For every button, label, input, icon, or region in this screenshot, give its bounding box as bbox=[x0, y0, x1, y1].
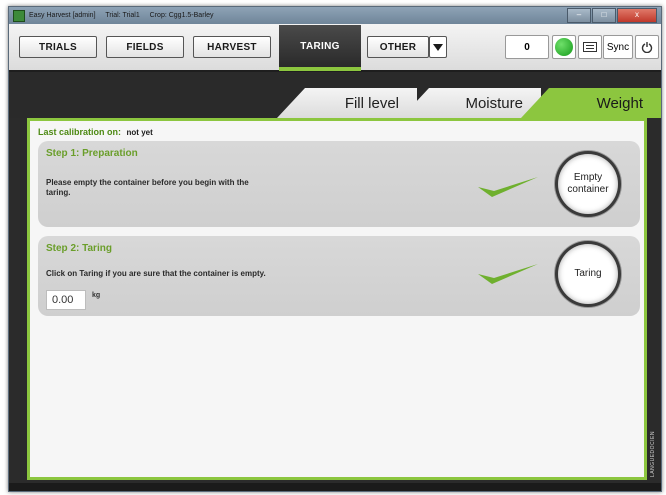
weight-value-field[interactable]: 0.00 bbox=[46, 290, 86, 310]
keyboard-icon bbox=[583, 42, 597, 52]
other-dropdown-icon[interactable] bbox=[429, 36, 447, 58]
weight-panel: Last calibration on: not yet Step 1: Pre… bbox=[27, 118, 647, 480]
minimize-button[interactable]: – bbox=[567, 8, 591, 23]
empty-container-label-line1: Empty bbox=[573, 172, 603, 183]
step2-title: Step 2: Taring bbox=[46, 243, 112, 254]
power-button[interactable] bbox=[635, 35, 659, 59]
counter-display: 0 bbox=[505, 35, 549, 59]
title-app: Easy Harvest [admin] bbox=[29, 12, 96, 19]
calibration-value: not yet bbox=[126, 128, 153, 137]
empty-container-label-line2: container bbox=[567, 184, 609, 195]
close-button[interactable]: x bbox=[617, 8, 657, 23]
step2-text: Click on Taring if you are sure that the… bbox=[46, 269, 266, 278]
step1-text: Please empty the container before you be… bbox=[46, 178, 249, 198]
nav-harvest-button[interactable]: HARVEST bbox=[193, 36, 271, 58]
title-trial: Trial: Trial1 bbox=[105, 12, 140, 19]
window-controls: – □ x bbox=[566, 8, 657, 23]
app-window: Easy Harvest [admin] Trial: Trial1 Crop:… bbox=[8, 6, 662, 492]
weight-unit: kg bbox=[92, 292, 101, 299]
calibration-info: Last calibration on: not yet bbox=[38, 127, 153, 137]
nav-fields-button[interactable]: FIELDS bbox=[106, 36, 184, 58]
tab-moisture[interactable]: Moisture bbox=[401, 88, 541, 118]
window-title: Easy Harvest [admin] Trial: Trial1 Crop:… bbox=[29, 12, 221, 19]
bottom-bar bbox=[9, 483, 661, 491]
empty-container-label: Empty container bbox=[567, 172, 608, 196]
nav-taring-button[interactable]: TARING bbox=[279, 25, 361, 71]
sensor-tabs: Fill level Moisture Weight bbox=[9, 72, 661, 118]
top-navigation: TRIALS FIELDS HARVEST TARING OTHER 0 Syn… bbox=[9, 24, 661, 72]
step-taring: Step 2: Taring Click on Taring if you ar… bbox=[38, 236, 640, 316]
nav-trials-button[interactable]: TRIALS bbox=[19, 36, 97, 58]
title-crop: Crop: Cgg1.5-Barley bbox=[149, 12, 214, 19]
app-icon bbox=[13, 9, 25, 22]
title-bar: Easy Harvest [admin] Trial: Trial1 Crop:… bbox=[9, 7, 661, 24]
calibration-label: Last calibration on: bbox=[38, 127, 122, 137]
checkmark-icon bbox=[478, 264, 538, 284]
keyboard-button[interactable] bbox=[578, 35, 602, 59]
step1-text-line1: Please empty the container before you be… bbox=[46, 178, 249, 187]
checkmark-icon bbox=[478, 177, 538, 197]
tab-weight[interactable]: Weight bbox=[521, 88, 661, 118]
connection-status-icon bbox=[552, 35, 576, 59]
taring-button[interactable]: Taring bbox=[558, 244, 618, 304]
step1-title: Step 1: Preparation bbox=[46, 148, 138, 159]
maximize-button[interactable]: □ bbox=[592, 8, 616, 23]
step-preparation: Step 1: Preparation Please empty the con… bbox=[38, 141, 640, 227]
empty-container-button[interactable]: Empty container bbox=[558, 154, 618, 214]
power-icon bbox=[641, 42, 653, 53]
sync-button[interactable]: Sync bbox=[603, 35, 633, 59]
nav-other-button[interactable]: OTHER bbox=[367, 36, 429, 58]
brand-label: LANGUEDOCIEN bbox=[650, 430, 656, 477]
tab-fill-level[interactable]: Fill level bbox=[277, 88, 417, 118]
step1-text-line2: taring. bbox=[46, 188, 71, 197]
